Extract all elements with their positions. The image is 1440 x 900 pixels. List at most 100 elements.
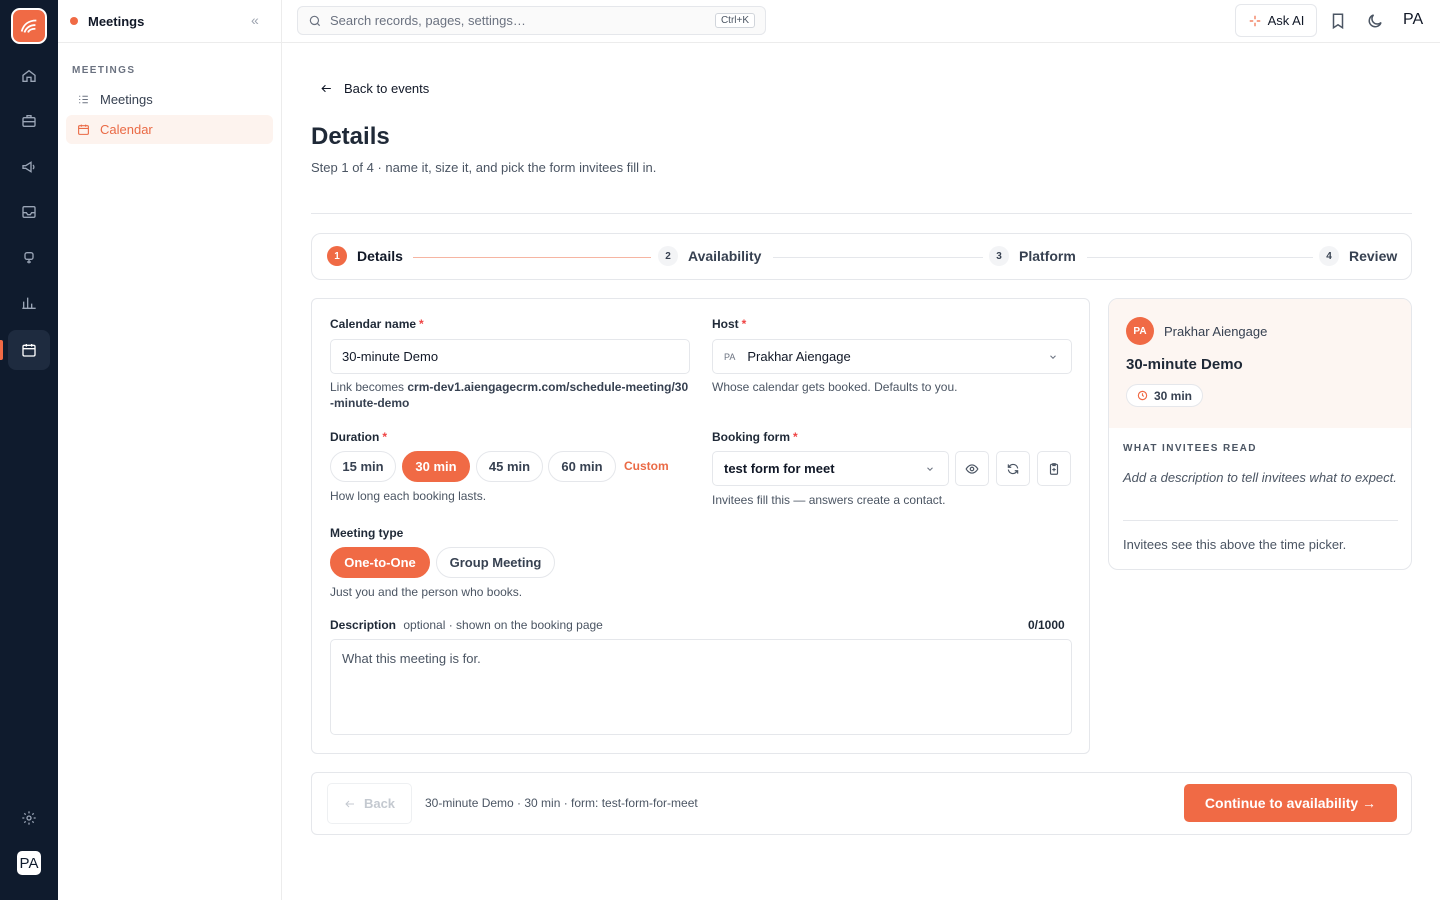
- user-initials[interactable]: PA: [1403, 11, 1423, 29]
- sidebar-item-label: Calendar: [100, 122, 153, 137]
- chevron-down-icon: [927, 467, 933, 471]
- duration-30-min[interactable]: 30 min: [402, 451, 470, 482]
- sidebar-section-label: MEETINGS: [72, 65, 136, 76]
- collapse-sidebar-icon[interactable]: «: [251, 12, 259, 28]
- preview-form-button[interactable]: [955, 451, 989, 486]
- step-connector: [413, 257, 651, 258]
- status-dot: [70, 17, 78, 25]
- continue-to-availability-button[interactable]: Continue to availability →: [1184, 784, 1397, 822]
- step-label: Platform: [1019, 248, 1076, 264]
- preview-avatar: PA: [1126, 317, 1154, 345]
- wizard-stepper: 1 Details 2 Availability 3 Platform 4 Re…: [311, 233, 1412, 280]
- app-rail: PA: [0, 0, 58, 900]
- clock-icon: [1137, 390, 1148, 401]
- preview-duration-badge: 30 min: [1126, 384, 1204, 407]
- back-button[interactable]: Back: [327, 783, 412, 824]
- eye-icon: [965, 463, 979, 474]
- description-counter: 0/1000: [1028, 618, 1065, 632]
- preview-header: PA Prakhar Aiengage 30-minute Demo 30 mi…: [1109, 299, 1411, 428]
- booking-form-label: Booking form *: [712, 430, 798, 444]
- booking-form-value: test form for meet: [724, 461, 835, 476]
- step-number: 2: [658, 246, 678, 266]
- step-number: 4: [1319, 246, 1339, 266]
- bookmark-icon[interactable]: [1329, 12, 1347, 30]
- step-availability[interactable]: 2 Availability: [658, 246, 761, 266]
- robot-icon[interactable]: [8, 238, 50, 278]
- meeting-type-group[interactable]: Group Meeting: [436, 547, 555, 578]
- duration-label: Duration *: [330, 430, 388, 444]
- wizard-footer: Back 30-minute Demo · 30 min · form: tes…: [311, 772, 1412, 835]
- shortcut-badge: Ctrl+K: [714, 13, 755, 28]
- arrow-left-icon: [321, 84, 331, 93]
- step-review[interactable]: 4 Review: [1319, 246, 1397, 266]
- calendar-name-input[interactable]: 30-minute Demo: [330, 339, 690, 374]
- preview-host: Prakhar Aiengage: [1164, 324, 1268, 339]
- top-bar: Search records, pages, settings… Ctrl+K …: [282, 0, 1440, 43]
- host-avatar: PA: [724, 351, 736, 362]
- ask-ai-button[interactable]: Ask AI: [1235, 4, 1317, 37]
- refresh-icon: [1007, 463, 1019, 474]
- meeting-type-help: Just you and the person who books.: [330, 585, 523, 599]
- invitee-preview-card: PA Prakhar Aiengage 30-minute Demo 30 mi…: [1108, 298, 1412, 570]
- page-subtitle: Step 1 of 4 · name it, size it, and pick…: [311, 160, 657, 175]
- host-label: Host *: [712, 317, 747, 331]
- back-to-events-link[interactable]: Back to events: [320, 81, 429, 96]
- refresh-forms-button[interactable]: [996, 451, 1030, 486]
- home-icon[interactable]: [8, 56, 50, 96]
- custom-duration-link[interactable]: Custom: [624, 459, 669, 473]
- sidebar-item-calendar[interactable]: Calendar: [66, 115, 273, 144]
- host-select[interactable]: PA Prakhar Aiengage: [712, 339, 1072, 374]
- bar-chart-icon[interactable]: [8, 283, 50, 323]
- step-label: Details: [357, 248, 403, 264]
- list-icon: [79, 95, 88, 104]
- inbox-icon[interactable]: [8, 192, 50, 232]
- sidebar-header: Meetings «: [58, 0, 281, 43]
- preview-divider: [1123, 520, 1398, 521]
- duration-45-min[interactable]: 45 min: [476, 451, 543, 482]
- duration-15-min[interactable]: 15 min: [330, 451, 396, 482]
- module-sidebar: Meetings « MEETINGS Meetings Calendar: [58, 0, 282, 900]
- moon-icon[interactable]: [1366, 12, 1384, 30]
- sidebar-title: Meetings: [88, 13, 145, 29]
- meeting-type-one-to-one[interactable]: One-to-One: [330, 547, 430, 578]
- app-logo[interactable]: [11, 8, 47, 44]
- calendar-icon[interactable]: [0, 330, 50, 370]
- booking-form-select[interactable]: test form for meet: [712, 451, 949, 486]
- new-form-button[interactable]: [1037, 451, 1071, 486]
- step-number: 3: [989, 246, 1009, 266]
- settings-gear-icon[interactable]: [8, 798, 50, 838]
- description-placeholder: What this meeting is for.: [342, 651, 481, 666]
- chevron-down-icon: [1050, 355, 1056, 359]
- step-label: Review: [1349, 248, 1398, 264]
- step-connector: [1087, 257, 1313, 258]
- step-number: 1: [327, 246, 347, 266]
- description-label: Description optional · shown on the book…: [330, 618, 603, 632]
- step-connector: [773, 257, 983, 258]
- preview-section-label: WHAT INVITEES READ: [1123, 443, 1257, 454]
- user-avatar[interactable]: PA: [17, 851, 41, 875]
- calendar-name-label: Calendar name *: [330, 317, 424, 331]
- meeting-type-label: Meeting type: [330, 526, 404, 540]
- global-search-input[interactable]: Search records, pages, settings… Ctrl+K: [297, 6, 766, 35]
- step-platform[interactable]: 3 Platform: [989, 246, 1076, 266]
- sparkle-icon: [1249, 15, 1260, 26]
- selection-summary: 30-minute Demo · 30 min · form: test-for…: [425, 796, 698, 810]
- sidebar-item-label: Meetings: [100, 92, 153, 107]
- calendar-name-value: 30-minute Demo: [342, 349, 439, 364]
- megaphone-icon[interactable]: [8, 147, 50, 187]
- duration-60-min[interactable]: 60 min: [548, 451, 616, 482]
- step-details[interactable]: 1 Details: [327, 246, 403, 266]
- duration-help: How long each booking lasts.: [330, 489, 487, 503]
- calendar-icon: [78, 124, 89, 135]
- ask-ai-label: Ask AI: [1267, 13, 1305, 28]
- main-content: Back to events Details Step 1 of 4 · nam…: [282, 43, 1440, 900]
- description-textarea[interactable]: What this meeting is for.: [330, 639, 1072, 735]
- sidebar-item-meetings[interactable]: Meetings: [66, 85, 273, 114]
- header-divider: [311, 213, 1412, 214]
- calendar-link-help: Link becomes crm-dev1.aiengagecrm.com/sc…: [330, 380, 689, 410]
- briefcase-icon[interactable]: [8, 101, 50, 141]
- host-value: Prakhar Aiengage: [747, 349, 851, 364]
- page-title: Details: [311, 123, 390, 150]
- details-form-card: Calendar name * 30-minute Demo Link becom…: [311, 298, 1090, 754]
- description-hint: optional · shown on the booking page: [403, 618, 603, 632]
